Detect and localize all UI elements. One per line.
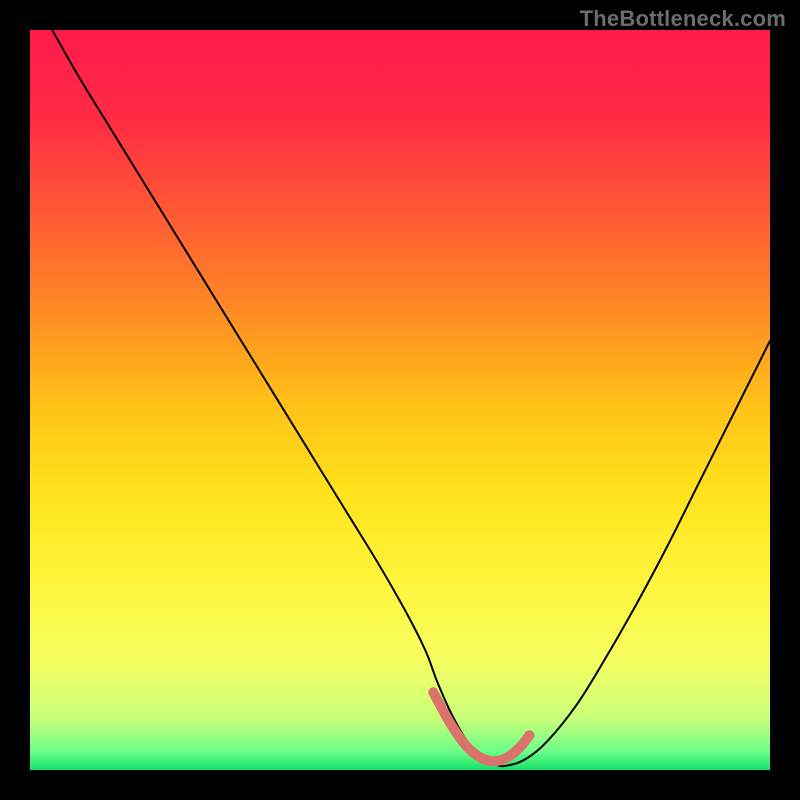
chart-frame: TheBottleneck.com (0, 0, 800, 800)
chart-canvas (30, 30, 770, 770)
watermark-text: TheBottleneck.com (580, 6, 786, 32)
chart-background (30, 30, 770, 770)
chart-plot-area (30, 30, 770, 770)
